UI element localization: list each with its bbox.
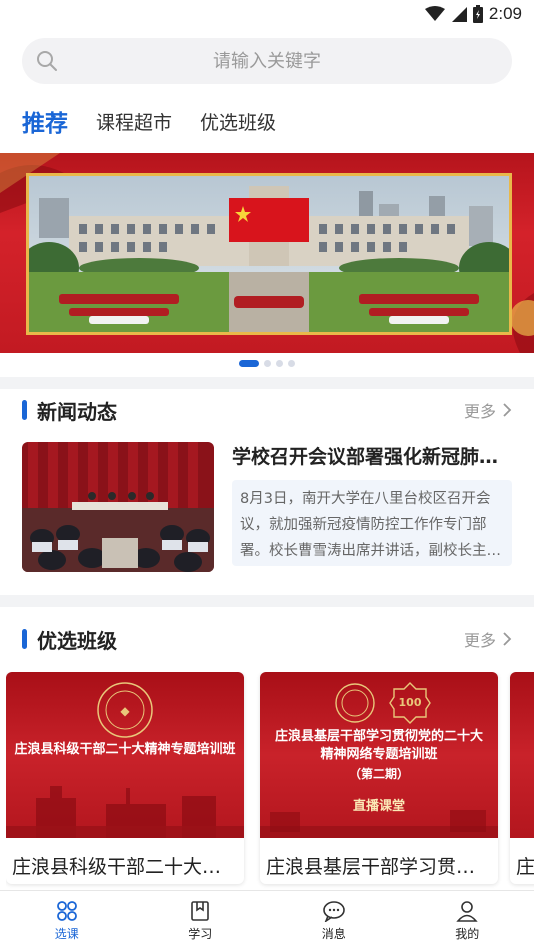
nav-label: 学习	[188, 926, 213, 941]
bottom-navigation: 选课 学习 消息 我的	[0, 890, 534, 950]
svg-text:◆: ◆	[120, 704, 130, 718]
section-accent-bar	[22, 400, 27, 420]
section-accent-bar	[22, 629, 27, 649]
meeting-photo	[22, 442, 214, 572]
class-card[interactable]: 庄浪县	[510, 672, 534, 884]
search-input[interactable]	[72, 38, 462, 84]
carousel-indicator	[0, 360, 534, 367]
news-section-title: 新闻动态	[37, 399, 117, 424]
class-more-link[interactable]: 更多	[464, 627, 512, 651]
app-screen: 2:09 推荐 课程超市 优选班级	[0, 0, 534, 950]
signal-icon	[451, 7, 467, 22]
search-bar[interactable]	[22, 38, 512, 84]
campus-photo	[29, 176, 509, 332]
status-time: 2:09	[488, 4, 522, 23]
nav-label: 消息	[321, 926, 346, 941]
tab-featured-classes[interactable]: 优选班级	[200, 108, 276, 135]
banner-carousel[interactable]	[0, 153, 534, 353]
grid-icon	[56, 900, 77, 921]
carousel-dot-1[interactable]	[239, 360, 259, 367]
nav-study[interactable]: 学习	[134, 891, 268, 950]
status-icons: 2:09	[424, 4, 522, 24]
class-carousel[interactable]: ◆ 庄浪县科级干部二十大精神专题培训班 庄浪县科级干部二十大精神专题培训班	[6, 672, 534, 892]
search-icon	[37, 51, 57, 71]
battery-icon	[472, 5, 483, 23]
anniversary-badge-label: 100	[398, 696, 422, 709]
class-name: 庄浪县	[516, 856, 534, 878]
nav-label: 我的	[455, 926, 480, 941]
wifi-icon	[424, 6, 445, 21]
news-summary: 8月3日，南开大学在八里台校区召开会议，就加强新冠疫情防控工作作专门部署。校长曹…	[232, 480, 512, 566]
status-bar: 2:09	[0, 0, 534, 28]
class-cover: ◆ 庄浪县科级干部二十大精神专题培训班	[6, 672, 244, 838]
class-cover	[510, 672, 534, 838]
chat-icon	[322, 900, 345, 922]
carousel-dot-4[interactable]	[288, 360, 295, 367]
class-cover-title: 庄浪县基层干部学习贯彻党的二十大精神网络专题培训班	[274, 729, 483, 762]
more-label: 更多	[463, 631, 496, 650]
class-cover: 100 庄浪县基层干部学习贯彻党的二十大精神网络专题培训班 （第二期） 直播课堂	[260, 672, 498, 838]
news-more-link[interactable]: 更多	[464, 398, 512, 422]
category-tabs: 推荐 课程超市 优选班级	[22, 104, 276, 138]
chevron-right-icon	[503, 632, 512, 646]
class-section-title: 优选班级	[37, 628, 117, 653]
university-seal-icon	[335, 683, 375, 723]
news-section-header: 新闻动态 更多	[22, 395, 512, 425]
news-title[interactable]: 学校召开会议部署强化新冠肺炎疫情防控工作	[232, 442, 512, 469]
campus-silhouette	[6, 786, 244, 838]
section-divider	[0, 377, 534, 389]
nav-messages[interactable]: 消息	[267, 891, 401, 950]
class-cover-title: 庄浪县科级干部二十大精神专题培训班	[14, 742, 236, 757]
class-section-header: 优选班级 更多	[22, 624, 512, 654]
nav-label: 选课	[54, 926, 79, 941]
class-cover-subtitle: （第二期）	[348, 767, 409, 781]
news-thumbnail	[22, 442, 214, 572]
tab-recommend[interactable]: 推荐	[22, 104, 68, 138]
more-label: 更多	[463, 402, 496, 421]
news-list-item[interactable]: 学校召开会议部署强化新冠肺炎疫情防控工作 8月3日，南开大学在八里台校区召开会议…	[22, 442, 512, 572]
class-card[interactable]: 100 庄浪县基层干部学习贯彻党的二十大精神网络专题培训班 （第二期） 直播课堂…	[260, 672, 498, 884]
university-seal-icon: ◆	[97, 682, 153, 738]
book-icon	[191, 900, 210, 921]
carousel-dot-3[interactable]	[276, 360, 283, 367]
nav-profile[interactable]: 我的	[401, 891, 534, 950]
campus-silhouette	[260, 810, 498, 838]
tab-course-market[interactable]: 课程超市	[96, 108, 172, 135]
class-name: 庄浪县科级干部二十大精神专题培训班	[12, 856, 238, 878]
section-divider	[0, 595, 534, 607]
nav-select-course[interactable]: 选课	[0, 891, 134, 950]
user-icon	[456, 900, 478, 922]
chevron-right-icon	[503, 403, 512, 417]
class-card[interactable]: ◆ 庄浪县科级干部二十大精神专题培训班 庄浪县科级干部二十大精神专题培训班	[6, 672, 244, 884]
class-name: 庄浪县基层干部学习贯彻党的二十大精神网络专题培训班	[266, 856, 492, 878]
carousel-dot-2[interactable]	[264, 360, 271, 367]
banner-image	[26, 173, 512, 335]
